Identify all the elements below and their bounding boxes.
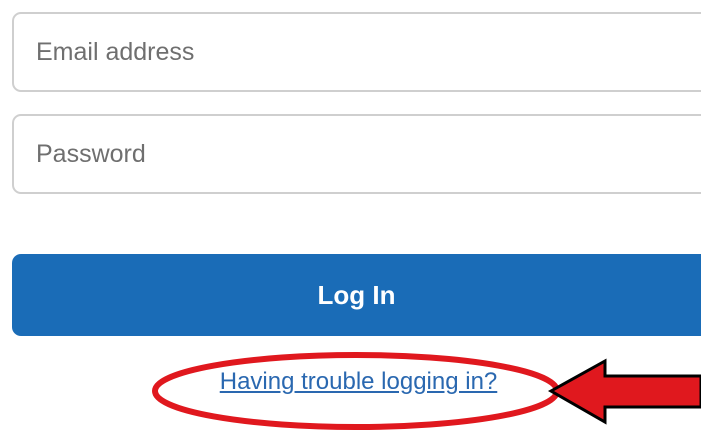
password-field[interactable]: [12, 114, 701, 194]
trouble-logging-in-link[interactable]: Having trouble logging in?: [220, 368, 498, 395]
login-button[interactable]: Log In: [12, 254, 701, 336]
trouble-logging-in-container: Having trouble logging in?: [0, 368, 701, 396]
email-input[interactable]: [14, 14, 701, 90]
password-input[interactable]: [14, 116, 701, 192]
email-field[interactable]: [12, 12, 701, 92]
login-button-label: Log In: [317, 280, 396, 310]
